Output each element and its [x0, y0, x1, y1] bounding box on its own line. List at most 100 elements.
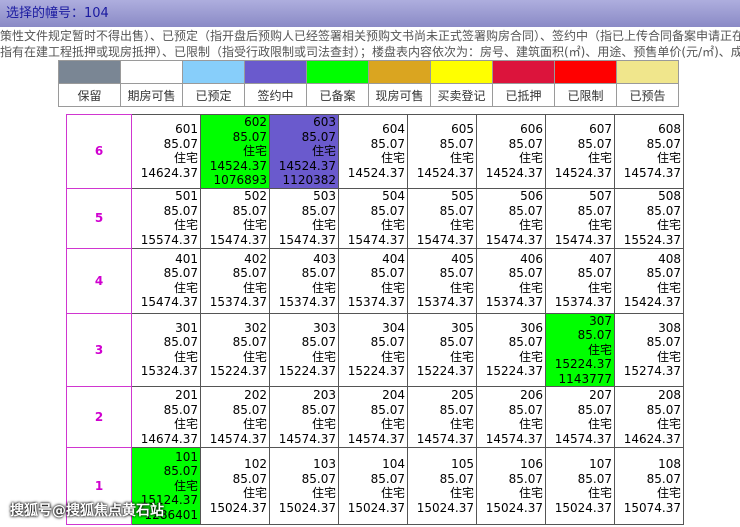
unit-usage: 住宅	[173, 478, 198, 493]
unit-cell[interactable]: 302 85.07 住宅 15224.37	[200, 312, 270, 387]
unit-usage: 住宅	[518, 151, 543, 166]
unit-usage: 住宅	[380, 280, 405, 295]
unit-cell[interactable]: 402 85.07 住宅 15374.37	[200, 247, 270, 314]
unit-usage: 住宅	[311, 144, 336, 158]
unit-price: 14574.37	[416, 431, 474, 446]
unit-cell[interactable]: 306 85.07 住宅 15224.37	[476, 312, 546, 387]
unit-cell[interactable]: 203 85.07 住宅 14574.37	[269, 386, 339, 448]
unit-area: 85.07	[301, 471, 336, 486]
unit-cell[interactable]: 104 85.07 住宅 15024.37	[338, 447, 408, 525]
unit-cell[interactable]: 503 85.07 住宅 15474.37	[269, 187, 339, 249]
unit-price: 14524.37	[416, 165, 474, 180]
floor-label: 3	[66, 312, 132, 387]
unit-price: 15474.37	[554, 232, 612, 247]
unit-price: 15024.37	[347, 500, 405, 515]
unit-room-number: 608	[658, 122, 681, 137]
unit-area: 85.07	[163, 464, 198, 479]
unit-area: 85.07	[232, 203, 267, 218]
floor-row: 4 401 85.07 住宅 15474.37 402 85.07 住宅 15374.37 403…	[66, 247, 684, 314]
unit-usage: 住宅	[518, 486, 543, 500]
unit-price: 15574.37	[140, 232, 198, 247]
unit-area: 85.07	[508, 335, 543, 350]
unit-room-number: 403	[313, 251, 336, 266]
unit-cell[interactable]: 506 85.07 住宅 15474.37	[476, 187, 546, 249]
unit-cell[interactable]: 408 85.07 住宅 15424.37	[614, 247, 684, 314]
unit-price: 15374.37	[485, 295, 543, 309]
unit-cell[interactable]: 501 85.07 住宅 15574.37	[131, 187, 201, 249]
unit-cell[interactable]: 207 85.07 住宅 14574.37	[545, 386, 615, 448]
unit-cell[interactable]: 205 85.07 住宅 14574.37	[407, 386, 477, 448]
unit-room-number: 402	[244, 251, 267, 266]
unit-cell[interactable]: 504 85.07 住宅 15474.37	[338, 187, 408, 249]
status-notice: 策性文件规定暂时不得出售）、已预定（指开盘后预购人已经签署相关预购文书尚未正式签…	[0, 28, 740, 60]
unit-cell[interactable]: 303 85.07 住宅 15224.37	[269, 312, 339, 387]
unit-price: 14574.37	[278, 431, 336, 446]
unit-price: 15474.37	[278, 232, 336, 247]
unit-price: 15474.37	[347, 232, 405, 247]
unit-cell[interactable]: 401 85.07 住宅 15474.37	[131, 247, 201, 314]
unit-usage: 住宅	[311, 280, 336, 295]
unit-cell[interactable]: 405 85.07 住宅 15374.37	[407, 247, 477, 314]
unit-cell[interactable]: 102 85.07 住宅 15024.37	[200, 447, 270, 525]
unit-price: 15474.37	[209, 232, 267, 247]
unit-cell[interactable]: 602 85.07 住宅 14524.37 1076893	[200, 114, 270, 189]
unit-cell[interactable]: 608 85.07 住宅 14574.37	[614, 114, 684, 189]
unit-cell[interactable]: 407 85.07 住宅 15374.37	[545, 247, 615, 314]
unit-cell[interactable]: 502 85.07 住宅 15474.37	[200, 187, 270, 249]
unit-cell[interactable]: 304 85.07 住宅 15224.37	[338, 312, 408, 387]
unit-price: 15224.37	[554, 357, 612, 371]
unit-cell[interactable]: 505 85.07 住宅 15474.37	[407, 187, 477, 249]
unit-area: 85.07	[301, 203, 336, 218]
unit-cell[interactable]: 604 85.07 住宅 14524.37	[338, 114, 408, 189]
legend-swatch	[492, 60, 555, 84]
unit-usage: 住宅	[656, 280, 681, 295]
legend-label: 已预定	[182, 83, 245, 107]
unit-cell[interactable]: 308 85.07 住宅 15274.37	[614, 312, 684, 387]
unit-area: 85.07	[577, 328, 612, 342]
unit-price: 15474.37	[140, 295, 198, 309]
unit-price: 14524.37	[347, 165, 405, 180]
unit-cell[interactable]: 301 85.07 住宅 15324.37	[131, 312, 201, 387]
unit-cell[interactable]: 404 85.07 住宅 15374.37	[338, 247, 408, 314]
unit-area: 85.07	[439, 471, 474, 486]
unit-cell[interactable]: 601 85.07 住宅 14624.37	[131, 114, 201, 189]
unit-usage: 住宅	[587, 417, 612, 431]
unit-cell[interactable]: 403 85.07 住宅 15374.37	[269, 247, 339, 314]
unit-area: 85.07	[232, 266, 267, 280]
unit-room-number: 604	[382, 122, 405, 137]
unit-cell[interactable]: 603 85.07 住宅 14524.37 1120382	[269, 114, 339, 189]
unit-cell[interactable]: 107 85.07 住宅 15024.37	[545, 447, 615, 525]
unit-area: 85.07	[301, 335, 336, 350]
unit-area: 85.07	[163, 402, 198, 417]
unit-room-number: 206	[520, 388, 543, 402]
unit-cell[interactable]: 208 85.07 住宅 14624.37	[614, 386, 684, 448]
unit-cell[interactable]: 105 85.07 住宅 15024.37	[407, 447, 477, 525]
unit-cell[interactable]: 406 85.07 住宅 15374.37	[476, 247, 546, 314]
legend-swatch	[616, 60, 679, 84]
unit-cell[interactable]: 201 85.07 住宅 14674.37	[131, 386, 201, 448]
unit-cell[interactable]: 607 85.07 住宅 14524.37	[545, 114, 615, 189]
unit-cell[interactable]: 508 85.07 住宅 15524.37	[614, 187, 684, 249]
unit-cell[interactable]: 108 85.07 住宅 15074.37	[614, 447, 684, 525]
unit-cell[interactable]: 605 85.07 住宅 14524.37	[407, 114, 477, 189]
floor-row: 3 301 85.07 住宅 15324.37 302 85.07 住宅 15224.37 303…	[66, 312, 684, 387]
unit-usage: 住宅	[242, 486, 267, 500]
unit-price: 14574.37	[485, 431, 543, 446]
unit-cell[interactable]: 305 85.07 住宅 15224.37	[407, 312, 477, 387]
legend-swatch	[244, 60, 307, 84]
unit-usage: 住宅	[449, 151, 474, 166]
unit-room-number: 104	[382, 457, 405, 471]
unit-area: 85.07	[577, 266, 612, 280]
unit-price: 15374.37	[416, 295, 474, 309]
unit-cell[interactable]: 202 85.07 住宅 14574.37	[200, 386, 270, 448]
unit-cell[interactable]: 106 85.07 住宅 15024.37	[476, 447, 546, 525]
unit-area: 85.07	[163, 203, 198, 218]
unit-cell[interactable]: 103 85.07 住宅 15024.37	[269, 447, 339, 525]
unit-cell[interactable]: 204 85.07 住宅 14574.37	[338, 386, 408, 448]
unit-cell[interactable]: 206 85.07 住宅 14574.37	[476, 386, 546, 448]
unit-cell[interactable]: 507 85.07 住宅 15474.37	[545, 187, 615, 249]
legend-swatch	[368, 60, 431, 84]
unit-cell[interactable]: 307 85.07 住宅 15224.37 1143777	[545, 312, 615, 387]
unit-cell[interactable]: 606 85.07 住宅 14524.37	[476, 114, 546, 189]
unit-area: 85.07	[370, 471, 405, 486]
